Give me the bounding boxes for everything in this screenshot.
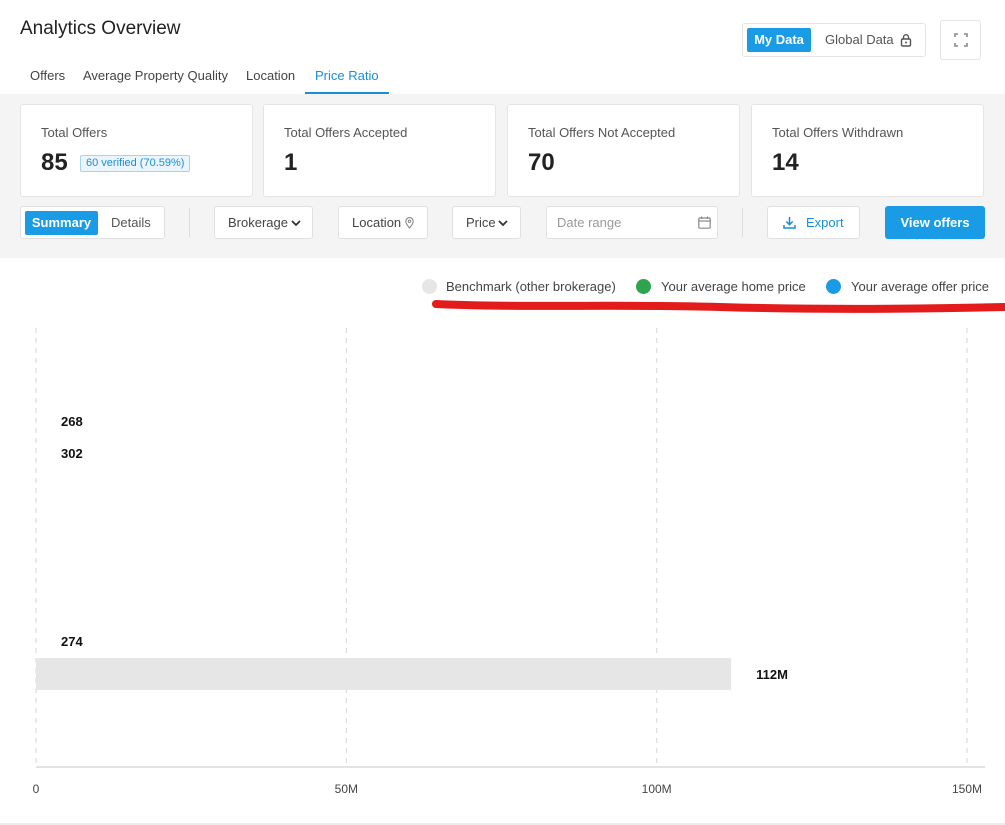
x-tick-label: 0 [33,782,40,796]
card-label: Total Offers Withdrawn [772,125,904,140]
location-filter[interactable]: Location [338,206,428,239]
brokerage-dropdown[interactable]: Brokerage [214,206,313,239]
verified-badge: 60 verified (70.59%) [80,155,191,172]
summary-button[interactable]: Summary [25,211,98,235]
analytics-page: Analytics Overview My Data Global Data O… [0,0,1005,825]
accepted-offers-card: Total Offers Accepted 1 [263,104,496,197]
map-pin-icon [405,217,414,229]
total-offers-card: Total Offers 85 60 verified (70.59%) [20,104,253,197]
calendar-icon [698,216,711,229]
page-title: Analytics Overview [20,18,181,39]
tab-average-property-quality[interactable]: Average Property Quality [83,64,228,94]
withdrawn-offers-card: Total Offers Withdrawn 14 [751,104,984,197]
legend-swatch [826,279,841,294]
details-button[interactable]: Details [111,211,151,235]
price-label: Price [466,215,496,230]
x-tick-label: 50M [335,782,358,796]
price-ratio-chart: 112M 268 302 274 0 50M 100M 150M [33,328,985,796]
legend-label: Your average offer price [851,279,990,294]
card-value: 70 [528,149,555,176]
row-label: 302 [61,446,83,461]
chevron-down-icon [498,220,508,227]
x-tick-label: 150M [952,782,982,796]
tab-offers[interactable]: Offers [30,64,65,94]
location-label: Location [352,215,402,230]
bar-value-label: 112M [756,667,788,682]
view-toggle: Summary Details [20,206,165,239]
legend-swatch [422,279,437,294]
card-label: Total Offers [41,125,108,140]
date-range-placeholder: Date range [557,215,622,230]
tab-location[interactable]: Location [246,64,295,94]
my-data-button[interactable]: My Data [747,28,811,52]
brokerage-label: Brokerage [228,215,288,230]
global-data-button[interactable]: Global Data [825,28,894,52]
view-offers-button[interactable]: View offers [885,206,985,239]
legend-label: Benchmark (other brokerage) [446,279,616,294]
legend-label: Your average home price [661,279,806,294]
fullscreen-button[interactable] [940,20,981,60]
date-range-input[interactable]: Date range [546,206,718,239]
bar [36,658,732,690]
lock-icon [900,34,912,47]
export-label: Export [806,215,844,230]
card-label: Total Offers Not Accepted [528,125,676,140]
data-source-toggle: My Data Global Data [742,23,926,57]
not-accepted-offers-card: Total Offers Not Accepted 70 [507,104,740,197]
x-tick-label: 100M [642,782,672,796]
card-value: 1 [284,149,298,176]
price-dropdown[interactable]: Price [452,206,521,239]
legend-swatch [636,279,651,294]
tab-price-ratio[interactable]: Price Ratio [305,64,389,94]
row-label: 268 [61,414,83,429]
row-label: 274 [61,634,83,649]
summary-panel: Total Offers 85 60 verified (70.59%) Tot… [0,94,1005,258]
header: Analytics Overview My Data Global Data O… [0,0,1005,94]
export-button[interactable]: Export [767,206,860,239]
download-icon [783,217,796,229]
card-value: 85 [41,149,68,176]
card-value: 14 [772,149,799,176]
expand-icon [954,33,968,47]
divider [742,208,743,237]
card-label: Total Offers Accepted [284,125,408,140]
chevron-down-icon [291,220,301,227]
divider [189,208,190,237]
